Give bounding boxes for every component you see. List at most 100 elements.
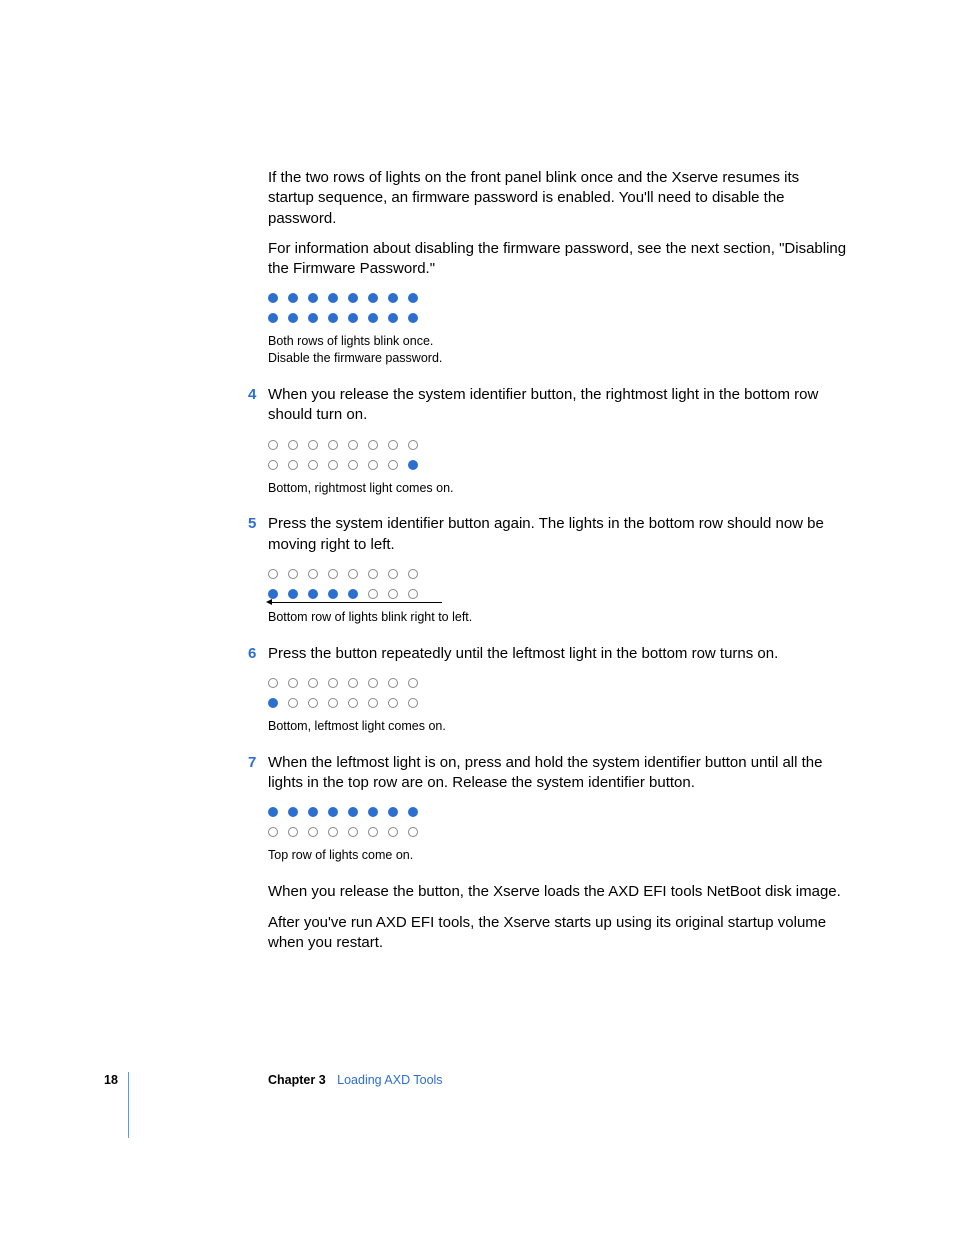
light-off-icon: [328, 678, 338, 688]
footer-rule: [128, 1072, 129, 1138]
light-on-icon: [288, 313, 298, 323]
light-off-icon: [288, 440, 298, 450]
light-on-icon: [328, 293, 338, 303]
footer-chapter: Chapter 3 Loading AXD Tools: [268, 1072, 443, 1089]
light-on-icon: [388, 807, 398, 817]
light-on-icon: [328, 807, 338, 817]
light-off-icon: [408, 589, 418, 599]
light-on-icon: [348, 293, 358, 303]
figure-caption: Bottom row of lights blink right to left…: [268, 609, 848, 626]
lights-row-top: [268, 440, 848, 450]
lights-row-bottom: [268, 827, 848, 837]
lights-row-top: [268, 569, 848, 579]
step-text: When the leftmost light is on, press and…: [268, 754, 822, 791]
closing-para-2: After you've run AXD EFI tools, the Xser…: [268, 913, 848, 954]
light-on-icon: [268, 589, 278, 599]
light-off-icon: [368, 827, 378, 837]
light-on-icon: [408, 460, 418, 470]
light-on-icon: [388, 293, 398, 303]
light-off-icon: [328, 440, 338, 450]
light-off-icon: [308, 569, 318, 579]
light-off-icon: [388, 569, 398, 579]
light-off-icon: [308, 440, 318, 450]
step-4: 4 When you release the system identifier…: [268, 385, 848, 426]
lights-row-bottom: [268, 698, 848, 708]
light-on-icon: [268, 698, 278, 708]
intro-para-1: If the two rows of lights on the front p…: [268, 168, 848, 229]
figure-caption: Top row of lights come on.: [268, 847, 848, 864]
light-on-icon: [308, 293, 318, 303]
light-on-icon: [368, 293, 378, 303]
light-off-icon: [308, 460, 318, 470]
light-on-icon: [408, 807, 418, 817]
light-off-icon: [308, 698, 318, 708]
lights-row-top: [268, 293, 848, 303]
light-off-icon: [348, 569, 358, 579]
light-off-icon: [408, 678, 418, 688]
light-off-icon: [268, 440, 278, 450]
light-off-icon: [348, 440, 358, 450]
light-off-icon: [388, 827, 398, 837]
light-off-icon: [288, 569, 298, 579]
step-text: Press the button repeatedly until the le…: [268, 645, 778, 662]
lights-row-bottom: [268, 589, 848, 599]
figure-1: Both rows of lights blink once. Disable …: [268, 293, 848, 367]
light-off-icon: [348, 827, 358, 837]
lights-row-top: [268, 678, 848, 688]
page-number: 18: [104, 1072, 118, 1089]
light-on-icon: [368, 807, 378, 817]
light-off-icon: [348, 678, 358, 688]
light-off-icon: [408, 698, 418, 708]
lights-row-top: [268, 807, 848, 817]
step-7: 7 When the leftmost light is on, press a…: [268, 753, 848, 794]
lights-row-bottom: [268, 460, 848, 470]
light-off-icon: [368, 440, 378, 450]
light-off-icon: [368, 569, 378, 579]
light-on-icon: [268, 807, 278, 817]
light-off-icon: [328, 698, 338, 708]
light-off-icon: [328, 569, 338, 579]
light-off-icon: [368, 698, 378, 708]
light-on-icon: [348, 589, 358, 599]
figure-1-caption-1: Both rows of lights blink once.: [268, 333, 848, 350]
step-text: Press the system identifier button again…: [268, 515, 824, 552]
light-off-icon: [348, 460, 358, 470]
step-number: 6: [248, 644, 256, 664]
figure-step-6: Bottom, leftmost light comes on.: [268, 678, 848, 735]
figure-step-4: Bottom, rightmost light comes on.: [268, 440, 848, 497]
light-on-icon: [328, 313, 338, 323]
arrow-line-icon: [270, 602, 442, 603]
step-number: 5: [248, 514, 256, 534]
light-off-icon: [308, 678, 318, 688]
light-off-icon: [348, 698, 358, 708]
light-off-icon: [268, 569, 278, 579]
light-off-icon: [388, 698, 398, 708]
light-off-icon: [288, 460, 298, 470]
figure-caption: Bottom, leftmost light comes on.: [268, 718, 848, 735]
light-on-icon: [348, 313, 358, 323]
arrow-row: [268, 589, 848, 599]
figure-caption: Bottom, rightmost light comes on.: [268, 480, 848, 497]
light-on-icon: [308, 807, 318, 817]
light-off-icon: [288, 698, 298, 708]
light-off-icon: [388, 589, 398, 599]
light-on-icon: [308, 589, 318, 599]
page: If the two rows of lights on the front p…: [0, 0, 954, 1235]
figure-1-caption-2: Disable the firmware password.: [268, 350, 848, 367]
step-number: 4: [248, 385, 256, 405]
light-on-icon: [408, 293, 418, 303]
light-off-icon: [268, 678, 278, 688]
light-off-icon: [408, 569, 418, 579]
closing-para-1: When you release the button, the Xserve …: [268, 882, 848, 902]
figure-step-5: Bottom row of lights blink right to left…: [268, 569, 848, 626]
step-number: 7: [248, 753, 256, 773]
light-off-icon: [288, 827, 298, 837]
intro-para-2: For information about disabling the firm…: [268, 239, 848, 280]
chapter-title: Loading AXD Tools: [337, 1073, 442, 1087]
light-on-icon: [288, 807, 298, 817]
light-on-icon: [348, 807, 358, 817]
light-off-icon: [328, 827, 338, 837]
light-off-icon: [388, 678, 398, 688]
light-off-icon: [268, 827, 278, 837]
light-on-icon: [328, 589, 338, 599]
